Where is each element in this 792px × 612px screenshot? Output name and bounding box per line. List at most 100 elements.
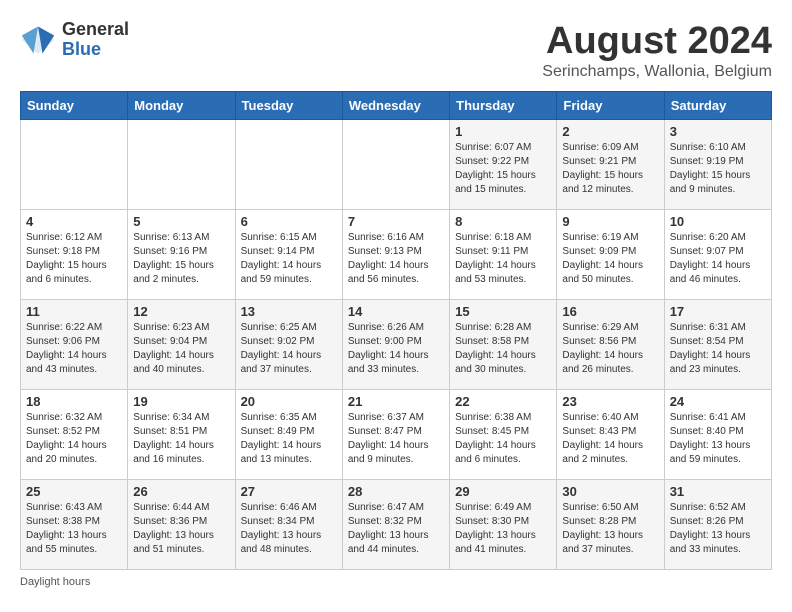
day-number: 3: [670, 124, 766, 139]
day-info: Sunrise: 6:47 AM Sunset: 8:32 PM Dayligh…: [348, 501, 444, 557]
week-row-2: 4 Sunrise: 6:12 AM Sunset: 9:18 PM Daylig…: [21, 210, 772, 300]
weekday-header-monday: Monday: [128, 92, 235, 120]
calendar-cell: 20 Sunrise: 6:35 AM Sunset: 8:49 PM Dayli…: [235, 390, 342, 480]
weekday-header-friday: Friday: [557, 92, 664, 120]
day-number: 19: [133, 394, 229, 409]
calendar-cell: 1Sunrise: 6:07 AM Sunset: 9:22 PM Daylig…: [450, 120, 557, 210]
day-number: 11: [26, 304, 122, 319]
day-info: Sunrise: 6:13 AM Sunset: 9:16 PM Dayligh…: [133, 231, 229, 287]
calendar-cell: 21Sunrise: 6:37 AM Sunset: 8:47 PM Dayli…: [342, 390, 449, 480]
day-number: 18: [26, 394, 122, 409]
day-info: Sunrise: 6:35 AM Sunset: 8:49 PM Dayligh…: [241, 411, 337, 467]
weekday-header-saturday: Saturday: [664, 92, 771, 120]
calendar-cell: [128, 120, 235, 210]
day-info: Sunrise: 6:09 AM Sunset: 9:21 PM Dayligh…: [562, 141, 658, 197]
day-number: 13: [241, 304, 337, 319]
day-number: 16: [562, 304, 658, 319]
calendar-cell: 10 Sunrise: 6:20 AM Sunset: 9:07 PM Dayli…: [664, 210, 771, 300]
day-number: 27: [241, 484, 337, 499]
calendar-cell: 23 Sunrise: 6:40 AM Sunset: 8:43 PM Dayli…: [557, 390, 664, 480]
weekday-header-thursday: Thursday: [450, 92, 557, 120]
calendar-cell: 3 Sunrise: 6:10 AM Sunset: 9:19 PM Daylig…: [664, 120, 771, 210]
weekday-header-wednesday: Wednesday: [342, 92, 449, 120]
calendar-subtitle: Serinchamps, Wallonia, Belgium: [542, 63, 772, 81]
day-number: 23: [562, 394, 658, 409]
day-number: 5: [133, 214, 229, 229]
day-info: Sunrise: 6:19 AM Sunset: 9:09 PM Dayligh…: [562, 231, 658, 287]
day-info: Sunrise: 6:20 AM Sunset: 9:07 PM Dayligh…: [670, 231, 766, 287]
day-info: Sunrise: 6:15 AM Sunset: 9:14 PM Dayligh…: [241, 231, 337, 287]
day-info: Sunrise: 6:46 AM Sunset: 8:34 PM Dayligh…: [241, 501, 337, 557]
calendar-cell: 6 Sunrise: 6:15 AM Sunset: 9:14 PM Daylig…: [235, 210, 342, 300]
logo-blue-text: Blue: [62, 40, 129, 60]
day-number: 9: [562, 214, 658, 229]
calendar-cell: 31Sunrise: 6:52 AM Sunset: 8:26 PM Dayli…: [664, 480, 771, 570]
day-number: 24: [670, 394, 766, 409]
day-info: Sunrise: 6:41 AM Sunset: 8:40 PM Dayligh…: [670, 411, 766, 467]
day-info: Sunrise: 6:32 AM Sunset: 8:52 PM Dayligh…: [26, 411, 122, 467]
week-row-3: 11 Sunrise: 6:22 AM Sunset: 9:06 PM Dayli…: [21, 300, 772, 390]
logo-icon: [20, 22, 56, 58]
calendar-cell: 27 Sunrise: 6:46 AM Sunset: 8:34 PM Dayli…: [235, 480, 342, 570]
calendar-cell: 29 Sunrise: 6:49 AM Sunset: 8:30 PM Dayli…: [450, 480, 557, 570]
page-header: General Blue August 2024 Serinchamps, Wa…: [20, 20, 772, 81]
calendar-cell: 19Sunrise: 6:34 AM Sunset: 8:51 PM Dayli…: [128, 390, 235, 480]
day-info: Sunrise: 6:25 AM Sunset: 9:02 PM Dayligh…: [241, 321, 337, 377]
day-number: 20: [241, 394, 337, 409]
week-row-4: 18 Sunrise: 6:32 AM Sunset: 8:52 PM Dayli…: [21, 390, 772, 480]
calendar-cell: 9 Sunrise: 6:19 AM Sunset: 9:09 PM Daylig…: [557, 210, 664, 300]
day-info: Sunrise: 6:28 AM Sunset: 8:58 PM Dayligh…: [455, 321, 551, 377]
day-number: 4: [26, 214, 122, 229]
logo-general-text: General: [62, 20, 129, 40]
calendar-cell: 17 Sunrise: 6:31 AM Sunset: 8:54 PM Dayli…: [664, 300, 771, 390]
calendar-table: SundayMondayTuesdayWednesdayThursdayFrid…: [20, 91, 772, 570]
calendar-cell: 11 Sunrise: 6:22 AM Sunset: 9:06 PM Dayli…: [21, 300, 128, 390]
day-info: Sunrise: 6:40 AM Sunset: 8:43 PM Dayligh…: [562, 411, 658, 467]
day-number: 26: [133, 484, 229, 499]
calendar-cell: [21, 120, 128, 210]
day-info: Sunrise: 6:37 AM Sunset: 8:47 PM Dayligh…: [348, 411, 444, 467]
calendar-cell: 2 Sunrise: 6:09 AM Sunset: 9:21 PM Daylig…: [557, 120, 664, 210]
day-info: Sunrise: 6:49 AM Sunset: 8:30 PM Dayligh…: [455, 501, 551, 557]
day-info: Sunrise: 6:18 AM Sunset: 9:11 PM Dayligh…: [455, 231, 551, 287]
day-number: 6: [241, 214, 337, 229]
day-info: Sunrise: 6:52 AM Sunset: 8:26 PM Dayligh…: [670, 501, 766, 557]
footer-text: Daylight hours: [20, 576, 90, 588]
calendar-cell: 16 Sunrise: 6:29 AM Sunset: 8:56 PM Dayli…: [557, 300, 664, 390]
calendar-cell: 30Sunrise: 6:50 AM Sunset: 8:28 PM Dayli…: [557, 480, 664, 570]
day-number: 17: [670, 304, 766, 319]
calendar-cell: 24 Sunrise: 6:41 AM Sunset: 8:40 PM Dayli…: [664, 390, 771, 480]
day-number: 12: [133, 304, 229, 319]
calendar-cell: 25 Sunrise: 6:43 AM Sunset: 8:38 PM Dayli…: [21, 480, 128, 570]
day-number: 10: [670, 214, 766, 229]
day-info: Sunrise: 6:23 AM Sunset: 9:04 PM Dayligh…: [133, 321, 229, 377]
calendar-title: August 2024: [542, 20, 772, 63]
day-info: Sunrise: 6:10 AM Sunset: 9:19 PM Dayligh…: [670, 141, 766, 197]
day-number: 29: [455, 484, 551, 499]
day-info: Sunrise: 6:29 AM Sunset: 8:56 PM Dayligh…: [562, 321, 658, 377]
day-number: 22: [455, 394, 551, 409]
day-number: 25: [26, 484, 122, 499]
weekday-header-sunday: Sunday: [21, 92, 128, 120]
calendar-cell: [235, 120, 342, 210]
week-row-5: 25 Sunrise: 6:43 AM Sunset: 8:38 PM Dayli…: [21, 480, 772, 570]
logo: General Blue: [20, 20, 129, 60]
day-number: 28: [348, 484, 444, 499]
calendar-cell: 28 Sunrise: 6:47 AM Sunset: 8:32 PM Dayli…: [342, 480, 449, 570]
calendar-cell: 12 Sunrise: 6:23 AM Sunset: 9:04 PM Dayli…: [128, 300, 235, 390]
calendar-cell: 18 Sunrise: 6:32 AM Sunset: 8:52 PM Dayli…: [21, 390, 128, 480]
calendar-cell: 7Sunrise: 6:16 AM Sunset: 9:13 PM Daylig…: [342, 210, 449, 300]
calendar-cell: 22Sunrise: 6:38 AM Sunset: 8:45 PM Dayli…: [450, 390, 557, 480]
calendar-cell: 13 Sunrise: 6:25 AM Sunset: 9:02 PM Dayli…: [235, 300, 342, 390]
calendar-cell: 4 Sunrise: 6:12 AM Sunset: 9:18 PM Daylig…: [21, 210, 128, 300]
day-info: Sunrise: 6:12 AM Sunset: 9:18 PM Dayligh…: [26, 231, 122, 287]
day-number: 15: [455, 304, 551, 319]
day-info: Sunrise: 6:31 AM Sunset: 8:54 PM Dayligh…: [670, 321, 766, 377]
day-info: Sunrise: 6:22 AM Sunset: 9:06 PM Dayligh…: [26, 321, 122, 377]
calendar-cell: 15 Sunrise: 6:28 AM Sunset: 8:58 PM Dayli…: [450, 300, 557, 390]
day-number: 14: [348, 304, 444, 319]
day-info: Sunrise: 6:43 AM Sunset: 8:38 PM Dayligh…: [26, 501, 122, 557]
calendar-cell: 14Sunrise: 6:26 AM Sunset: 9:00 PM Dayli…: [342, 300, 449, 390]
day-info: Sunrise: 6:44 AM Sunset: 8:36 PM Dayligh…: [133, 501, 229, 557]
day-number: 2: [562, 124, 658, 139]
